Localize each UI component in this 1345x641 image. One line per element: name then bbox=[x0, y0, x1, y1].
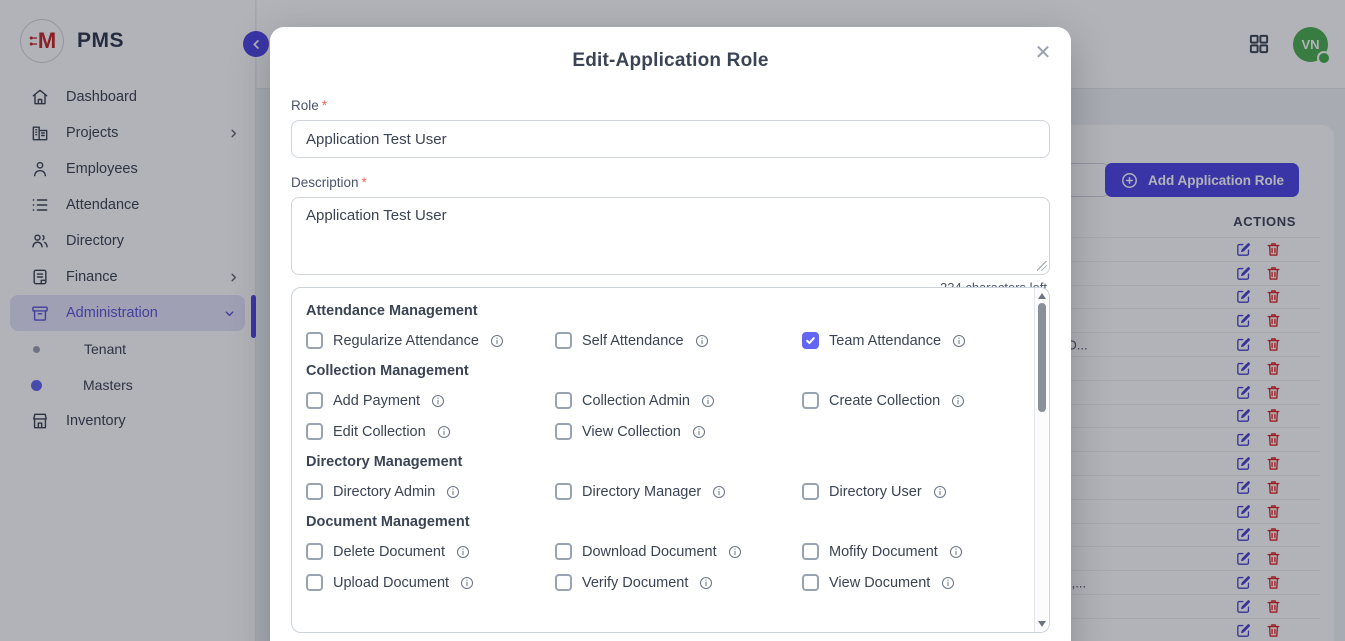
permission-item[interactable]: Directory Admin bbox=[306, 483, 555, 500]
permission-grid: Add Payment Collection Admin Create Collec… bbox=[306, 392, 1024, 440]
permission-section-title: Document Management bbox=[306, 514, 1024, 530]
permission-checkbox[interactable] bbox=[802, 543, 819, 560]
permission-item[interactable]: Self Attendance bbox=[555, 332, 802, 349]
permissions-scrollbar bbox=[1034, 288, 1049, 632]
permission-label: Create Collection bbox=[829, 393, 940, 409]
permission-checkbox[interactable] bbox=[802, 574, 819, 591]
permission-item[interactable]: View Document bbox=[802, 574, 1024, 591]
permission-checkbox[interactable] bbox=[555, 574, 572, 591]
info-icon[interactable] bbox=[941, 576, 955, 590]
permission-section-title: Attendance Management bbox=[306, 303, 1024, 319]
permission-label: View Document bbox=[829, 575, 930, 591]
info-icon[interactable] bbox=[460, 576, 474, 590]
permissions-panel: Attendance Management Regularize Attendan… bbox=[291, 287, 1050, 633]
description-textarea[interactable]: Application Test User bbox=[291, 197, 1050, 275]
modal-title: Edit-Application Role bbox=[270, 27, 1071, 72]
permission-checkbox[interactable] bbox=[306, 543, 323, 560]
app-root: M PMS Dashboard Projects Employees Atten… bbox=[0, 0, 1345, 641]
permission-checkbox[interactable] bbox=[306, 392, 323, 409]
permission-checkbox[interactable] bbox=[306, 574, 323, 591]
info-icon[interactable] bbox=[695, 334, 709, 348]
info-icon[interactable] bbox=[692, 425, 706, 439]
permission-label: Upload Document bbox=[333, 575, 449, 591]
permission-checkbox[interactable] bbox=[555, 483, 572, 500]
info-icon[interactable] bbox=[712, 485, 726, 499]
description-field-label: Description* bbox=[291, 175, 1050, 190]
permission-label: Directory Admin bbox=[333, 484, 435, 500]
info-icon[interactable] bbox=[933, 485, 947, 499]
permission-label: Verify Document bbox=[582, 575, 688, 591]
permissions-list: Attendance Management Regularize Attendan… bbox=[292, 288, 1034, 632]
permission-item[interactable]: Directory Manager bbox=[555, 483, 802, 500]
close-icon[interactable]: ✕ bbox=[1027, 37, 1059, 69]
permission-item[interactable]: Team Attendance bbox=[802, 332, 1024, 349]
permission-item[interactable]: Download Document bbox=[555, 543, 802, 560]
permission-label: Directory Manager bbox=[582, 484, 701, 500]
permission-label: Team Attendance bbox=[829, 333, 941, 349]
info-icon[interactable] bbox=[446, 485, 460, 499]
role-input[interactable] bbox=[291, 120, 1050, 158]
required-asterisk: * bbox=[362, 175, 367, 190]
info-icon[interactable] bbox=[437, 425, 451, 439]
info-icon[interactable] bbox=[701, 394, 715, 408]
scrollbar-thumb[interactable] bbox=[1038, 303, 1046, 412]
permission-item[interactable]: Delete Document bbox=[306, 543, 555, 560]
scroll-up-arrow-icon[interactable] bbox=[1038, 293, 1046, 299]
info-icon[interactable] bbox=[952, 334, 966, 348]
info-icon[interactable] bbox=[456, 545, 470, 559]
permission-item[interactable]: Edit Collection bbox=[306, 423, 555, 440]
info-icon[interactable] bbox=[699, 576, 713, 590]
info-icon[interactable] bbox=[490, 334, 504, 348]
permission-checkbox[interactable] bbox=[802, 392, 819, 409]
permission-checkbox[interactable] bbox=[555, 392, 572, 409]
permission-item[interactable]: Mofify Document bbox=[802, 543, 1024, 560]
permission-label: Edit Collection bbox=[333, 424, 426, 440]
permission-label: Collection Admin bbox=[582, 393, 690, 409]
permission-label: Add Payment bbox=[333, 393, 420, 409]
permission-label: Self Attendance bbox=[582, 333, 684, 349]
permission-item[interactable]: View Collection bbox=[555, 423, 802, 440]
required-asterisk: * bbox=[322, 98, 327, 113]
permission-label: View Collection bbox=[582, 424, 681, 440]
permission-item[interactable]: Verify Document bbox=[555, 574, 802, 591]
permission-checkbox[interactable] bbox=[555, 543, 572, 560]
permission-section-title: Directory Management bbox=[306, 454, 1024, 470]
permission-item[interactable]: Directory User bbox=[802, 483, 1024, 500]
info-icon[interactable] bbox=[728, 545, 742, 559]
info-icon[interactable] bbox=[431, 394, 445, 408]
textarea-resize-handle[interactable] bbox=[1037, 261, 1047, 271]
permission-item[interactable]: Upload Document bbox=[306, 574, 555, 591]
info-icon[interactable] bbox=[951, 394, 965, 408]
permission-item[interactable]: Collection Admin bbox=[555, 392, 802, 409]
permission-grid: Delete Document Download Document Mofify D… bbox=[306, 543, 1024, 591]
scroll-down-arrow-icon[interactable] bbox=[1038, 621, 1046, 627]
edit-application-role-modal: ✕ Edit-Application Role Role* Descriptio… bbox=[270, 27, 1071, 641]
permission-grid: Directory Admin Directory Manager Director… bbox=[306, 483, 1024, 500]
permission-label: Regularize Attendance bbox=[333, 333, 479, 349]
permission-section-title: Collection Management bbox=[306, 363, 1024, 379]
permission-item[interactable]: Create Collection bbox=[802, 392, 1024, 409]
permission-checkbox[interactable] bbox=[555, 332, 572, 349]
permission-checkbox[interactable] bbox=[555, 423, 572, 440]
permission-grid: Regularize Attendance Self Attendance Team… bbox=[306, 332, 1024, 349]
permission-checkbox[interactable] bbox=[306, 483, 323, 500]
permission-item[interactable]: Regularize Attendance bbox=[306, 332, 555, 349]
permission-label: Directory User bbox=[829, 484, 922, 500]
permission-label: Download Document bbox=[582, 544, 717, 560]
permission-label: Mofify Document bbox=[829, 544, 938, 560]
permission-label: Delete Document bbox=[333, 544, 445, 560]
permission-checkbox[interactable] bbox=[306, 332, 323, 349]
permission-checkbox[interactable] bbox=[802, 332, 819, 349]
permission-checkbox[interactable] bbox=[306, 423, 323, 440]
info-icon[interactable] bbox=[949, 545, 963, 559]
permission-checkbox[interactable] bbox=[802, 483, 819, 500]
permission-item[interactable]: Add Payment bbox=[306, 392, 555, 409]
role-field-label: Role* bbox=[291, 98, 1050, 113]
